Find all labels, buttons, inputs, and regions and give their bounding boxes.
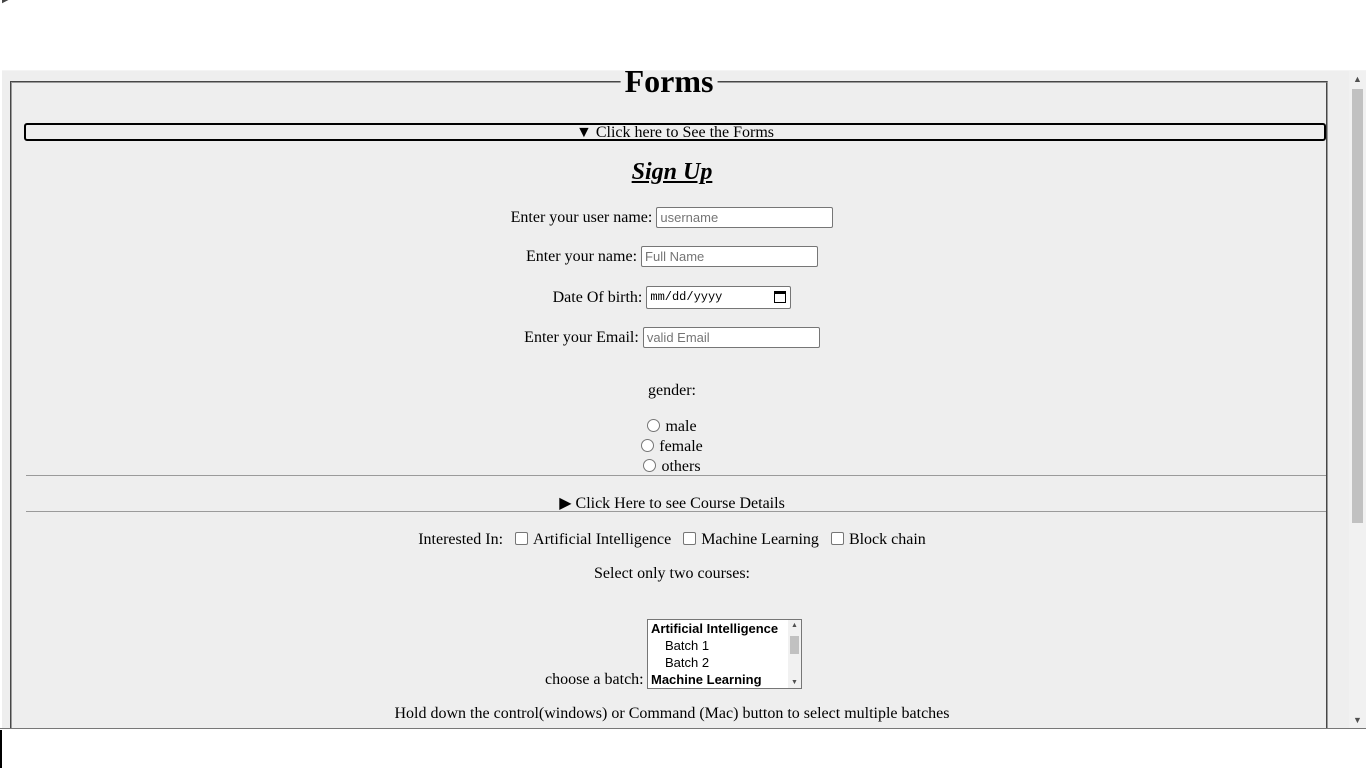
ml-label: Machine Learning: [701, 531, 819, 548]
courses-instruction: Select only two courses:: [594, 565, 750, 582]
username-row: Enter your user name: username: [12, 207, 1332, 228]
email-input[interactable]: valid Email: [642, 327, 820, 348]
fullname-input[interactable]: Full Name: [641, 246, 819, 267]
course-details-label: Click Here to see Course Details: [575, 495, 785, 512]
page-scroll-up-icon[interactable]: ▲: [1349, 71, 1366, 88]
gender-option-others[interactable]: others: [12, 458, 1332, 476]
course-details-toggle[interactable]: ▶ Click Here to see Course Details: [12, 493, 1332, 513]
triangle-down-icon: ▼: [575, 124, 592, 141]
others-radio[interactable]: [643, 458, 657, 472]
dob-input[interactable]: mm/dd/yyyy: [646, 286, 792, 309]
page-scroll-down-icon[interactable]: ▼: [1349, 712, 1366, 729]
gender-option-male[interactable]: male: [12, 418, 1332, 436]
forms-summary-toggle[interactable]: ▼ Click here to See the Forms: [24, 123, 1326, 141]
male-radio[interactable]: [647, 418, 661, 432]
batch-label: choose a batch:: [545, 671, 644, 688]
forms-fieldset: Forms ▼ Click here to See the Forms Sign…: [10, 71, 1328, 729]
batch-select-scroll-thumb[interactable]: [790, 636, 799, 654]
interests-row: Interested In: Artificial Intelligence M…: [12, 531, 1332, 549]
scroll-down-icon[interactable]: ▼: [788, 679, 801, 686]
blockchain-checkbox[interactable]: [830, 531, 844, 545]
female-radio[interactable]: [641, 438, 655, 452]
top-blank-area: ▶: [0, 0, 1366, 70]
cursor-corner-icon: ▶: [2, 0, 10, 5]
batch-group-ai: Artificial Intelligence: [651, 621, 779, 636]
batch-select[interactable]: Artificial Intelligence Batch 1 Batch 2 …: [647, 619, 802, 689]
scroll-up-icon[interactable]: ▲: [788, 622, 801, 629]
fullname-label: Enter your name:: [525, 247, 638, 265]
bottom-blank-area: [0, 728, 1366, 769]
batch-option-2[interactable]: Batch 2: [648, 654, 801, 671]
others-label: others: [661, 458, 701, 475]
dob-row: Date Of birth: mm/dd/yyyy: [12, 286, 1332, 309]
batch-hint: Hold down the control(windows) or Comman…: [394, 705, 950, 722]
ml-checkbox[interactable]: [683, 531, 697, 545]
dob-label: Date Of birth:: [552, 288, 643, 306]
forms-summary-label: Click here to See the Forms: [595, 124, 775, 141]
text-cursor: [0, 730, 2, 768]
username-label: Enter your user name:: [510, 208, 653, 226]
batch-group-ml: Machine Learning: [651, 672, 762, 687]
username-input[interactable]: username: [656, 207, 834, 228]
female-label: female: [659, 438, 703, 455]
forms-legend: Forms: [620, 71, 718, 101]
page-scrollbar[interactable]: ▲ ▼: [1349, 71, 1366, 729]
divider-bottom: [26, 511, 1326, 512]
page-viewport: Forms ▼ Click here to See the Forms Sign…: [2, 70, 1366, 729]
ai-label: Artificial Intelligence: [533, 531, 672, 548]
ai-checkbox[interactable]: [515, 531, 529, 545]
fullname-row: Enter your name: Full Name: [12, 246, 1332, 267]
interests-label: Interested In:: [418, 531, 504, 548]
page-scroll-thumb[interactable]: [1352, 89, 1363, 523]
dob-placeholder: mm/dd/yyyy: [650, 290, 723, 304]
gender-label: gender:: [648, 382, 696, 399]
gender-option-female[interactable]: female: [12, 438, 1332, 456]
male-label: male: [665, 418, 697, 435]
batch-select-scrollbar[interactable]: ▲ ▼: [788, 620, 801, 688]
blockchain-label: Block chain: [848, 531, 926, 548]
signup-title: Sign Up: [631, 159, 713, 185]
email-row: Enter your Email: valid Email: [12, 327, 1332, 348]
calendar-icon[interactable]: [774, 291, 787, 303]
divider-top: [26, 475, 1326, 476]
triangle-right-icon: ▶: [559, 495, 572, 512]
batch-option-1[interactable]: Batch 1: [648, 637, 801, 654]
email-label: Enter your Email:: [524, 328, 639, 346]
